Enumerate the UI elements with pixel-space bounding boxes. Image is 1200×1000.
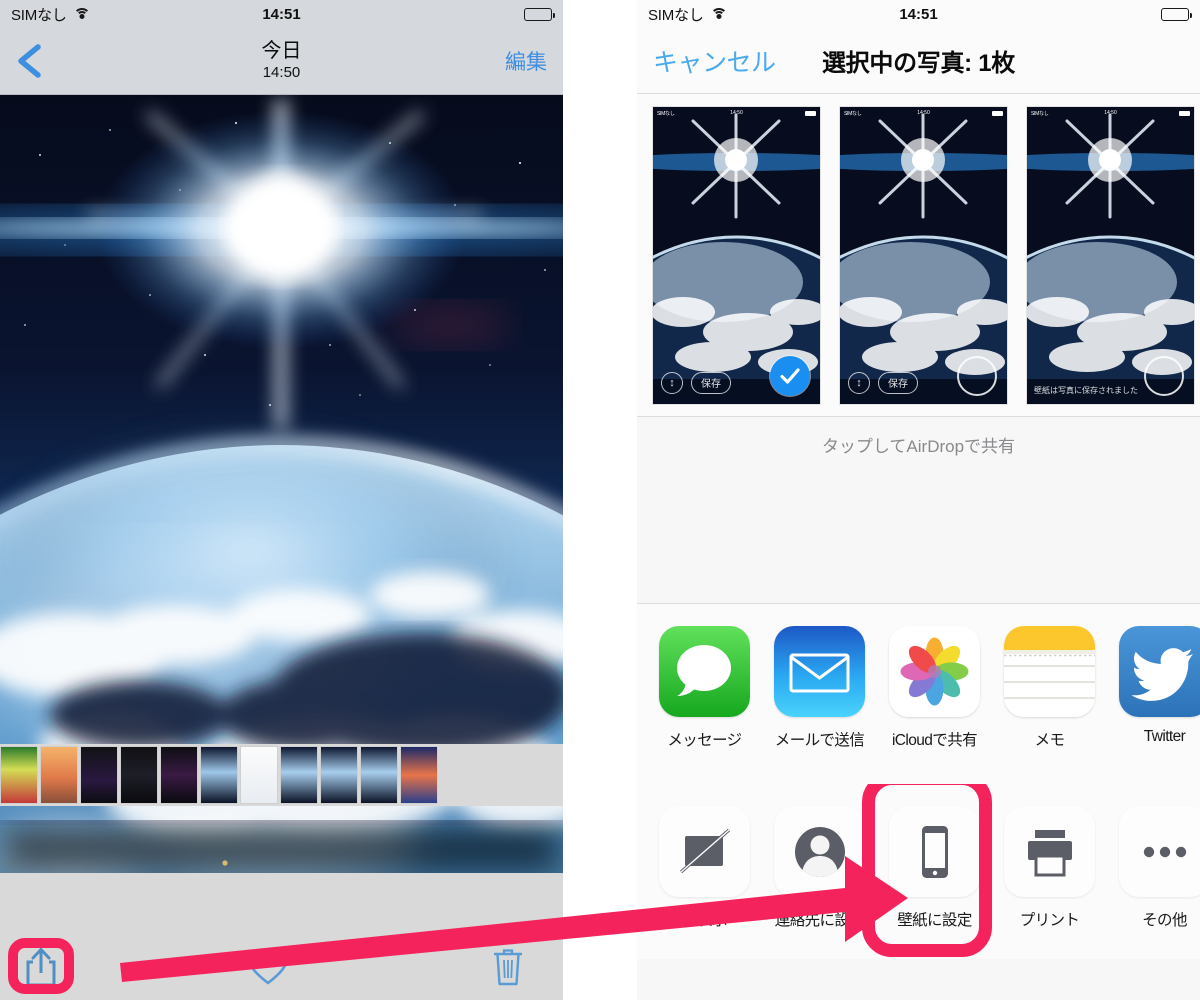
list-item[interactable]: SIMなし 14:50 ↕ 保存 — [653, 107, 820, 404]
back-button[interactable] — [12, 41, 46, 81]
app-label: メモ — [1004, 728, 1095, 750]
thumbnail-status-bar: SIMなし 14:50 — [653, 107, 820, 120]
list-item[interactable] — [120, 746, 158, 804]
selection-circle[interactable] — [957, 356, 997, 396]
thumbnail-overlay-controls: ↕ 保存 — [661, 372, 731, 394]
app-label: Twitter — [1119, 728, 1200, 746]
printer-icon — [1004, 806, 1095, 897]
cancel-button[interactable]: キャンセル — [653, 43, 776, 79]
action-more[interactable]: その他 — [1119, 806, 1200, 930]
title-date: 今日 — [262, 40, 302, 63]
photo-filmstrip[interactable] — [0, 744, 563, 806]
list-item[interactable] — [40, 746, 78, 804]
save-label: 保存 — [691, 372, 731, 394]
list-item[interactable] — [200, 746, 238, 804]
action-print[interactable]: プリント — [1004, 806, 1095, 930]
list-item[interactable] — [400, 746, 438, 804]
action-label: プリント — [1004, 908, 1095, 930]
battery-icon — [1161, 8, 1189, 21]
share-target-mail[interactable]: メールで送信 — [774, 626, 865, 750]
status-right-group: ꓎ — [1152, 6, 1189, 22]
app-label: メールで送信 — [774, 728, 865, 750]
right-status-bar: SIMなし 14:51 ꓎ — [637, 0, 1200, 28]
page-title: 今日 14:50 — [262, 40, 302, 81]
action-assign-to-contact[interactable]: 連絡先に設定 — [774, 806, 865, 930]
selection-checkmark[interactable] — [770, 356, 810, 396]
action-label: 連絡先に設定 — [774, 908, 865, 930]
list-item[interactable] — [320, 746, 358, 804]
photo-viewer[interactable] — [0, 95, 563, 873]
right-phone-screen: SIMなし 14:51 ꓎ キャンセル 選択中の写真: 1枚 — [637, 0, 1200, 1000]
share-target-icloud-photos[interactable]: iCloudで共有 — [889, 626, 980, 750]
list-item[interactable] — [80, 746, 118, 804]
selection-circle[interactable] — [1144, 356, 1184, 396]
updown-arrows-icon: ↕ — [848, 372, 870, 394]
list-item[interactable]: SIMなし 14:50 壁紙は写真に保存されました — [1027, 107, 1194, 404]
wallpaper-saved-caption: 壁紙は写真に保存されました — [1034, 385, 1138, 396]
app-label: メッセージ — [659, 728, 750, 750]
messages-icon — [659, 626, 750, 717]
share-apps-row[interactable]: メッセージ メールで送信 iCloudで共有 メモ Twitter — [637, 604, 1200, 784]
action-label: その他 — [1119, 908, 1200, 930]
list-item[interactable] — [0, 746, 38, 804]
left-status-bar: SIMなし 14:51 ꓎ — [0, 0, 563, 28]
status-time: 14:50 — [653, 110, 820, 116]
share-target-notes[interactable]: メモ — [1004, 626, 1095, 750]
share-icon[interactable] — [23, 946, 59, 988]
trash-icon[interactable] — [492, 947, 524, 987]
edit-button[interactable]: 編集 — [505, 46, 547, 76]
list-item[interactable] — [240, 746, 278, 804]
action-hide[interactable]: 非表示 — [659, 806, 750, 930]
photos-icon — [889, 626, 980, 717]
share-slot — [0, 940, 82, 994]
save-label: 保存 — [878, 372, 918, 394]
left-nav-bar: 今日 14:50 編集 — [0, 28, 563, 95]
share-actions-row[interactable]: 非表示 連絡先に設定 壁紙に設定 プリント その他 — [637, 784, 1200, 959]
thumbnail-overlay-controls: ↕ 保存 — [848, 372, 918, 394]
status-time: 14:51 — [637, 6, 1200, 23]
mail-icon — [774, 626, 865, 717]
list-item[interactable]: SIMなし 14:50 ↕ 保存 — [840, 107, 1007, 404]
action-use-as-wallpaper[interactable]: 壁紙に設定 — [889, 806, 980, 930]
status-time: 14:50 — [1027, 110, 1194, 116]
check-icon — [778, 364, 802, 388]
thumbnail-status-bar: SIMなし 14:50 — [840, 107, 1007, 120]
action-label: 壁紙に設定 — [889, 908, 980, 930]
selected-photos-row[interactable]: SIMなし 14:50 ↕ 保存 SIMなし 14:50 ↕ 保存 SIMなし … — [637, 94, 1200, 416]
hide-icon — [659, 806, 750, 897]
title-time: 14:50 — [262, 64, 302, 81]
list-item[interactable] — [160, 746, 198, 804]
airdrop-label: タップしてAirDropで共有 — [637, 432, 1200, 457]
list-item[interactable] — [280, 746, 318, 804]
twitter-icon — [1119, 626, 1200, 717]
more-dots-icon — [1119, 806, 1200, 897]
action-label: 非表示 — [659, 908, 750, 930]
heart-icon[interactable] — [247, 948, 289, 986]
share-target-twitter[interactable]: Twitter — [1119, 626, 1200, 746]
status-right-group: ꓎ — [515, 6, 552, 22]
share-sheet-title: 選択中の写真: 1枚 — [822, 43, 1015, 78]
status-time: 14:51 — [0, 6, 563, 23]
thumbnail-status-bar: SIMなし 14:50 — [1027, 107, 1194, 120]
favorite-slot — [82, 948, 453, 986]
delete-slot — [453, 947, 563, 987]
status-time: 14:50 — [840, 110, 1007, 116]
left-bottom-toolbar — [0, 933, 563, 1000]
phone-wallpaper-icon — [889, 806, 980, 897]
airdrop-section[interactable]: タップしてAirDropで共有 — [637, 416, 1200, 604]
share-target-messages[interactable]: メッセージ — [659, 626, 750, 750]
list-item[interactable] — [360, 746, 398, 804]
updown-arrows-icon: ↕ — [661, 372, 683, 394]
share-sheet-nav-bar: キャンセル 選択中の写真: 1枚 — [637, 28, 1200, 94]
contact-icon — [774, 806, 865, 897]
battery-icon — [524, 8, 552, 21]
notes-icon — [1004, 626, 1095, 717]
screenshot-root: SIMなし 14:51 ꓎ 今日 14:50 編集 — [0, 0, 1200, 1000]
left-phone-screen: SIMなし 14:51 ꓎ 今日 14:50 編集 — [0, 0, 563, 1000]
app-label: iCloudで共有 — [889, 728, 980, 750]
